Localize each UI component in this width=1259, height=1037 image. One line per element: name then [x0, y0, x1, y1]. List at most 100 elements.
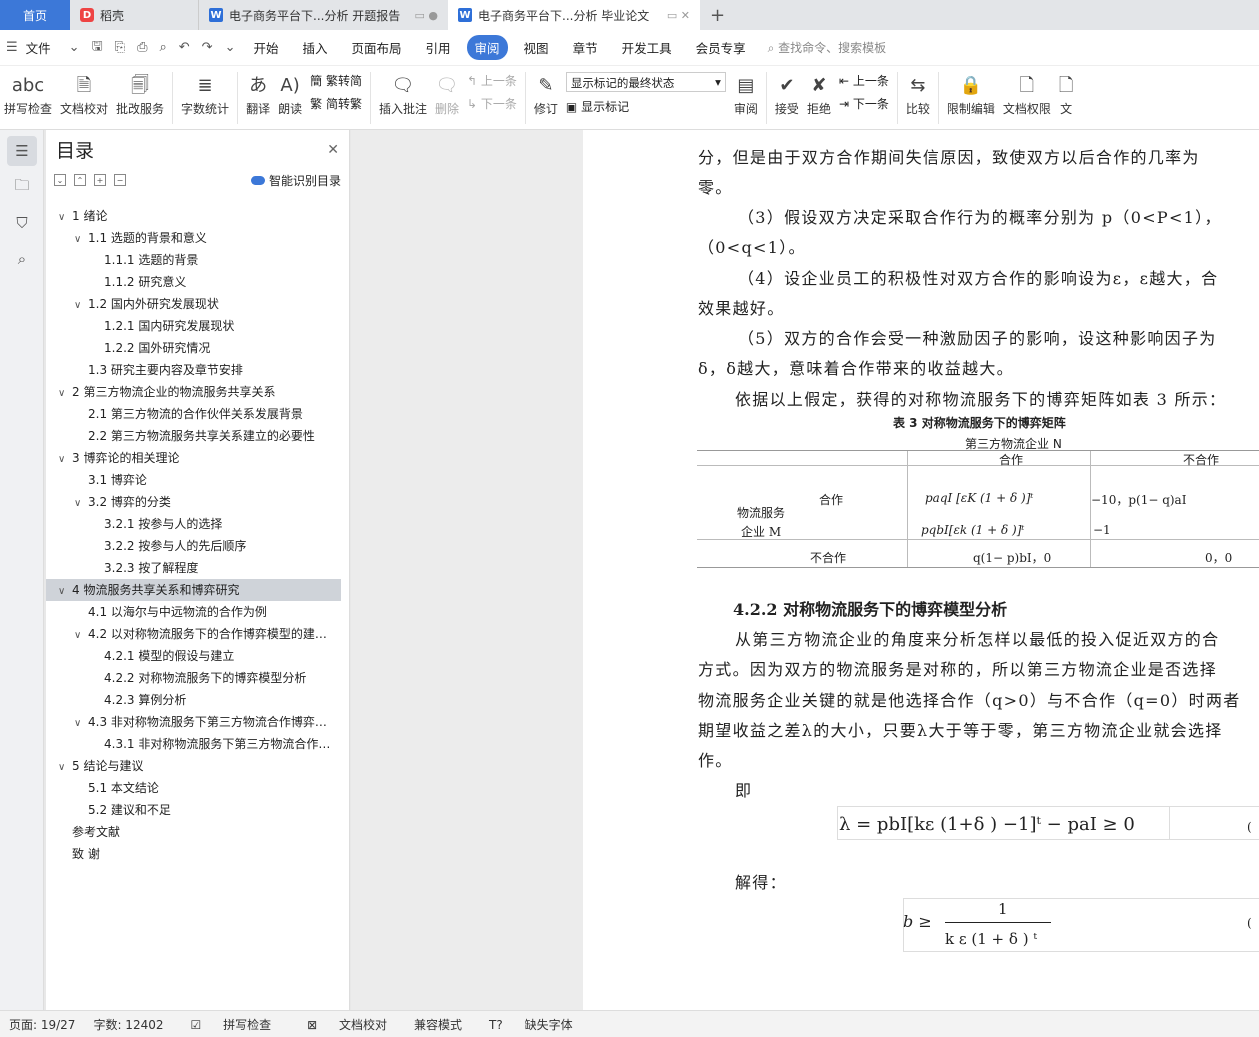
reject-button[interactable]: ✘ 拒绝	[803, 66, 835, 117]
word-count-indicator[interactable]: 字数: 12402	[84, 1016, 172, 1033]
toc-item[interactable]: ∨ 3.2 博弈的分类	[46, 491, 349, 513]
collapse-icon[interactable]: ⌄	[54, 174, 66, 186]
chevron-down-icon[interactable]: ∨	[58, 581, 72, 601]
insert-comment-button[interactable]: 🗨 插入批注	[375, 66, 431, 117]
toc-item[interactable]: ∨ 4 物流服务共享关系和博弈研究	[46, 579, 341, 601]
command-search[interactable]: ⌕ 查找命令、搜索模板	[768, 39, 887, 56]
review-service-button[interactable]: 🗐 批改服务	[112, 66, 168, 117]
translate-button[interactable]: あ翻译	[242, 66, 274, 117]
page-indicator[interactable]: 页面: 19/27	[0, 1016, 84, 1033]
tab-daoke[interactable]: D 稻壳	[70, 0, 198, 30]
prev-comment-button[interactable]: ↰ 上一条	[467, 72, 517, 89]
tab-home[interactable]: 首页	[0, 0, 70, 30]
smart-toc-button[interactable]: 智能识别目录	[250, 172, 341, 189]
toc-item[interactable]: 1.2.2 国外研究情况	[46, 337, 349, 359]
toc-item[interactable]: 4.2.3 算例分析	[46, 689, 349, 711]
undo-icon[interactable]: ↶	[173, 40, 196, 55]
print-icon[interactable]: ⎙	[131, 40, 153, 55]
toc-item[interactable]: ∨ 4.2 以对称物流服务下的合作博弈模型的建…	[46, 623, 349, 645]
toc-item[interactable]: 3.2.3 按了解程度	[46, 557, 349, 579]
more-ribbon-button[interactable]: 🗋 文	[1055, 66, 1077, 117]
toc-item[interactable]: ∨ 1 绪论	[46, 205, 349, 227]
file-menu[interactable]: 文件	[24, 38, 63, 57]
chevron-down-icon[interactable]: ∨	[74, 625, 88, 645]
menu-view[interactable]: 视图	[512, 38, 561, 57]
toc-item[interactable]: 4.2.2 对称物流服务下的博弈模型分析	[46, 667, 349, 689]
toc-item[interactable]: 5.1 本文结论	[46, 777, 349, 799]
spell-check-button[interactable]: abc 拼写检查	[0, 66, 56, 117]
tab-dot-icon[interactable]: ▭ ●	[415, 9, 439, 22]
toc-item[interactable]: 1.1.1 选题的背景	[46, 249, 349, 271]
more-icon[interactable]: ⌄	[219, 40, 242, 55]
compare-button[interactable]: ⇆ 比较	[902, 66, 934, 117]
trad-to-simp-button[interactable]: 簡 繁转简	[310, 72, 362, 89]
toc-item[interactable]: ∨ 3 博弈论的相关理论	[46, 447, 349, 469]
menu-chapter[interactable]: 章节	[561, 38, 610, 57]
status-doc-proof[interactable]: ⊠ 文档校对	[289, 1016, 405, 1033]
chevron-down-icon[interactable]: ∨	[58, 207, 72, 227]
restrict-edit-button[interactable]: 🔒 限制编辑	[943, 66, 999, 117]
preview-icon[interactable]: ⌕	[153, 40, 172, 55]
new-tab-button[interactable]: +	[700, 0, 735, 30]
toc-item[interactable]: 3.1 博弈论	[46, 469, 349, 491]
doc-rights-button[interactable]: 🗋 文档权限	[999, 66, 1055, 117]
add-icon[interactable]: +	[94, 174, 106, 186]
menu-member[interactable]: 会员专享	[684, 38, 758, 57]
chevron-down-icon[interactable]: ∨	[74, 493, 88, 513]
chevron-down-icon[interactable]: ∨	[58, 757, 72, 777]
hamburger-icon[interactable]: ☰	[0, 40, 24, 55]
menu-start[interactable]: 开始	[241, 38, 290, 57]
menu-review[interactable]: 审阅	[466, 35, 508, 60]
simp-to-trad-button[interactable]: 繁 简转繁	[310, 95, 362, 112]
redo-icon[interactable]: ↷	[196, 40, 219, 55]
search-icon[interactable]: ⌕	[7, 244, 37, 274]
outline-icon[interactable]: ☰	[7, 136, 37, 166]
review-pane-button[interactable]: ▤ 审阅	[730, 66, 762, 117]
delete-comment-button[interactable]: 🗨 删除	[431, 66, 463, 117]
toc-item[interactable]: ∨ 5 结论与建议	[46, 755, 349, 777]
missing-font-button[interactable]: T? 缺失字体	[471, 1016, 591, 1033]
save-icon[interactable]: 🖫	[86, 37, 109, 59]
toc-item[interactable]: 4.3.1 非对称物流服务下第三方物流合作…	[46, 733, 349, 755]
toc-item[interactable]: 2.2 第三方物流服务共享关系建立的必要性	[46, 425, 349, 447]
toc-item[interactable]: 4.2.1 模型的假设与建立	[46, 645, 349, 667]
toc-item[interactable]: 4.1 以海尔与中远物流的合作为例	[46, 601, 349, 623]
export-icon[interactable]: ⎘	[109, 40, 131, 55]
toc-item[interactable]: ∨ 1.2 国内外研究发展现状	[46, 293, 349, 315]
close-icon[interactable]: ▭ ✕	[667, 9, 690, 22]
prev-revision-button[interactable]: ⇤ 上一条	[839, 72, 889, 89]
toc-item[interactable]: 1.1.2 研究意义	[46, 271, 349, 293]
menu-devtools[interactable]: 开发工具	[610, 38, 684, 57]
tab-thesis-doc[interactable]: W 电子商务平台下...分析 毕业论文 ▭ ✕	[448, 0, 700, 30]
menu-insert[interactable]: 插入	[290, 38, 339, 57]
toc-item[interactable]: 参考文献	[46, 821, 349, 843]
toc-item[interactable]: ∨ 1.1 选题的背景和意义	[46, 227, 349, 249]
chapter-icon[interactable]: 🗀	[7, 172, 37, 202]
chevron-down-icon[interactable]: ∨	[58, 383, 72, 403]
expand-icon[interactable]: ⌃	[74, 174, 86, 186]
toc-item[interactable]: 5.2 建议和不足	[46, 799, 349, 821]
doc-proof-button[interactable]: 🗎 文档校对	[56, 66, 112, 117]
chevron-down-icon[interactable]: ⌄	[63, 40, 86, 55]
toc-item[interactable]: 致 谢	[46, 843, 349, 865]
toc-item[interactable]: ∨ 2 第三方物流企业的物流服务共享关系	[46, 381, 349, 403]
toc-item[interactable]: 1.2.1 国内研究发展现状	[46, 315, 349, 337]
read-aloud-button[interactable]: A) 朗读	[274, 66, 306, 117]
word-count-button[interactable]: ≣ 字数统计	[177, 66, 233, 117]
chevron-down-icon[interactable]: ∨	[74, 713, 88, 733]
menu-reference[interactable]: 引用	[414, 38, 463, 57]
revise-button[interactable]: ✎ 修订	[530, 66, 562, 117]
toc-item[interactable]: 3.2.1 按参与人的选择	[46, 513, 349, 535]
remove-icon[interactable]: −	[114, 174, 126, 186]
tab-proposal-doc[interactable]: W 电子商务平台下...分析 开题报告 ▭ ●	[198, 0, 448, 30]
toc-item[interactable]: ∨ 4.3 非对称物流服务下第三方物流合作博弈…	[46, 711, 349, 733]
toc-item[interactable]: 2.1 第三方物流的合作伙伴关系发展背景	[46, 403, 349, 425]
next-revision-button[interactable]: ⇥ 下一条	[839, 95, 889, 112]
accept-button[interactable]: ✔ 接受	[771, 66, 803, 117]
bookmark-icon[interactable]: ⛉	[7, 208, 37, 238]
toc-item[interactable]: 1.3 研究主要内容及章节安排	[46, 359, 349, 381]
chevron-down-icon[interactable]: ∨	[58, 449, 72, 469]
toc-item[interactable]: 3.2.2 按参与人的先后顺序	[46, 535, 349, 557]
markup-display-select[interactable]: 显示标记的最终状态 ▾	[565, 72, 726, 92]
next-comment-button[interactable]: ↳ 下一条	[467, 95, 517, 112]
